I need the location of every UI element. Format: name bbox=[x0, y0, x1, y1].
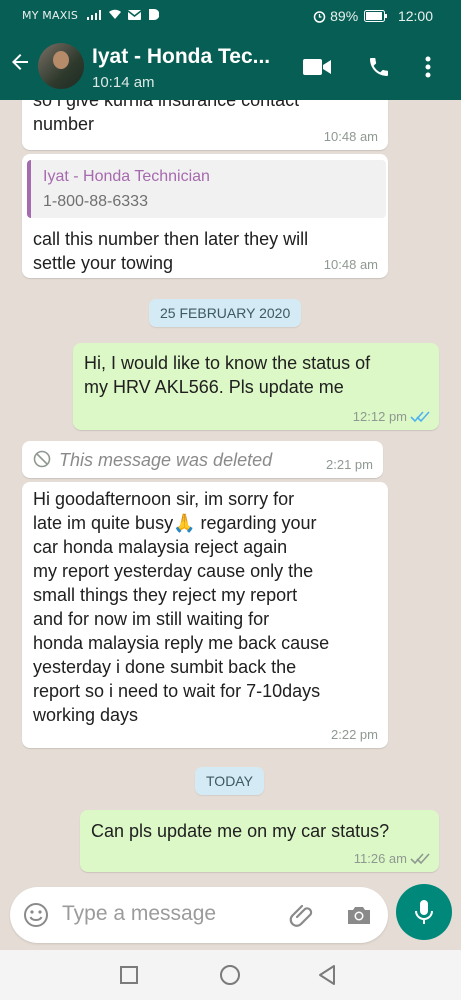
message-time: 2:21 pm bbox=[326, 457, 373, 472]
status-left: MY MAXIS bbox=[22, 9, 160, 22]
message-text: call this number then later they will se… bbox=[33, 229, 309, 273]
voice-record-button[interactable] bbox=[396, 884, 452, 940]
chat-area[interactable]: so i give kurnia insurance contact numbe… bbox=[0, 100, 461, 880]
message-text: Can pls update me on my car status? bbox=[91, 821, 390, 841]
system-back-button[interactable] bbox=[316, 963, 342, 989]
quoted-text: 1-800-88-6333 bbox=[43, 193, 148, 210]
message-incoming[interactable]: so i give kurnia insurance contact numbe… bbox=[22, 100, 388, 150]
attach-button[interactable] bbox=[288, 901, 316, 929]
message-time: 2:22 pm bbox=[331, 727, 378, 742]
carrier-label: MY MAXIS bbox=[22, 9, 79, 22]
clock: 12:00 bbox=[397, 8, 433, 24]
notification-icon bbox=[148, 9, 160, 20]
message-time: 10:48 am bbox=[323, 257, 378, 272]
date-separator: TODAY bbox=[195, 767, 264, 795]
home-circle-icon bbox=[220, 965, 240, 985]
more-vert-icon bbox=[425, 56, 431, 78]
quoted-message[interactable]: Iyat - Honda Technician 1-800-88-6333 bbox=[27, 160, 386, 218]
video-call-button[interactable] bbox=[300, 52, 334, 82]
quoted-sender: Iyat - Honda Technician bbox=[43, 168, 210, 185]
emoji-icon bbox=[24, 903, 48, 927]
message-time: 11:26 am bbox=[353, 851, 407, 866]
date-separator: 25 FEBRUARY 2020 bbox=[149, 299, 302, 327]
deleted-icon bbox=[33, 450, 51, 468]
avatar[interactable] bbox=[38, 43, 84, 89]
recents-square-icon bbox=[120, 966, 138, 984]
mic-icon bbox=[415, 900, 433, 924]
message-outgoing[interactable]: Hi, I would like to know the status of m… bbox=[73, 343, 439, 430]
video-call-icon bbox=[303, 59, 331, 75]
signal-icon bbox=[86, 10, 101, 20]
message-time: 12:12 pm bbox=[352, 409, 407, 424]
camera-button[interactable] bbox=[345, 901, 373, 929]
read-ticks-icon bbox=[410, 411, 430, 423]
phone-icon bbox=[370, 58, 388, 76]
more-options-button[interactable] bbox=[416, 52, 440, 82]
message-time: 10:48 am bbox=[323, 129, 378, 144]
status-bar: MY MAXIS 89% 12:00 bbox=[0, 0, 461, 32]
message-text: so i give kurnia insurance contact numbe… bbox=[33, 100, 300, 134]
attach-icon bbox=[289, 904, 313, 927]
system-nav-bar bbox=[0, 950, 461, 1000]
last-seen: 10:14 am bbox=[92, 74, 155, 91]
voice-call-button[interactable] bbox=[362, 52, 396, 82]
message-deleted[interactable]: This message was deleted 2:21 pm bbox=[22, 441, 383, 478]
back-arrow-icon bbox=[12, 54, 28, 70]
home-button[interactable] bbox=[218, 963, 244, 989]
back-button[interactable] bbox=[8, 50, 32, 80]
message-incoming-reply[interactable]: Iyat - Honda Technician 1-800-88-6333 ca… bbox=[22, 154, 388, 278]
status-right: 89% 12:00 bbox=[313, 8, 433, 24]
emoji-button[interactable] bbox=[22, 901, 50, 929]
message-text: Hi goodafternoon sir, im sorry for late … bbox=[33, 489, 330, 725]
battery-percent: 89% bbox=[330, 8, 359, 24]
message-outgoing[interactable]: Can pls update me on my car status? 11:2… bbox=[80, 810, 439, 872]
message-incoming[interactable]: Hi goodafternoon sir, im sorry for late … bbox=[22, 482, 388, 748]
message-text: Hi, I would like to know the status of m… bbox=[84, 353, 371, 397]
battery-icon bbox=[364, 10, 388, 22]
deleted-text: This message was deleted bbox=[59, 450, 273, 470]
message-input[interactable]: Type a message bbox=[62, 902, 216, 926]
back-triangle-icon bbox=[319, 965, 335, 985]
chat-header: Iyat - Honda Tec... 10:14 am bbox=[0, 32, 461, 100]
alarm-icon bbox=[314, 11, 326, 23]
message-composer[interactable]: Type a message bbox=[10, 887, 388, 943]
recents-button[interactable] bbox=[118, 964, 142, 988]
email-icon bbox=[127, 10, 142, 20]
delivered-ticks-icon bbox=[410, 853, 430, 865]
contact-name[interactable]: Iyat - Honda Tec... bbox=[92, 45, 292, 69]
camera-icon bbox=[348, 907, 370, 924]
wifi-icon bbox=[108, 9, 121, 19]
